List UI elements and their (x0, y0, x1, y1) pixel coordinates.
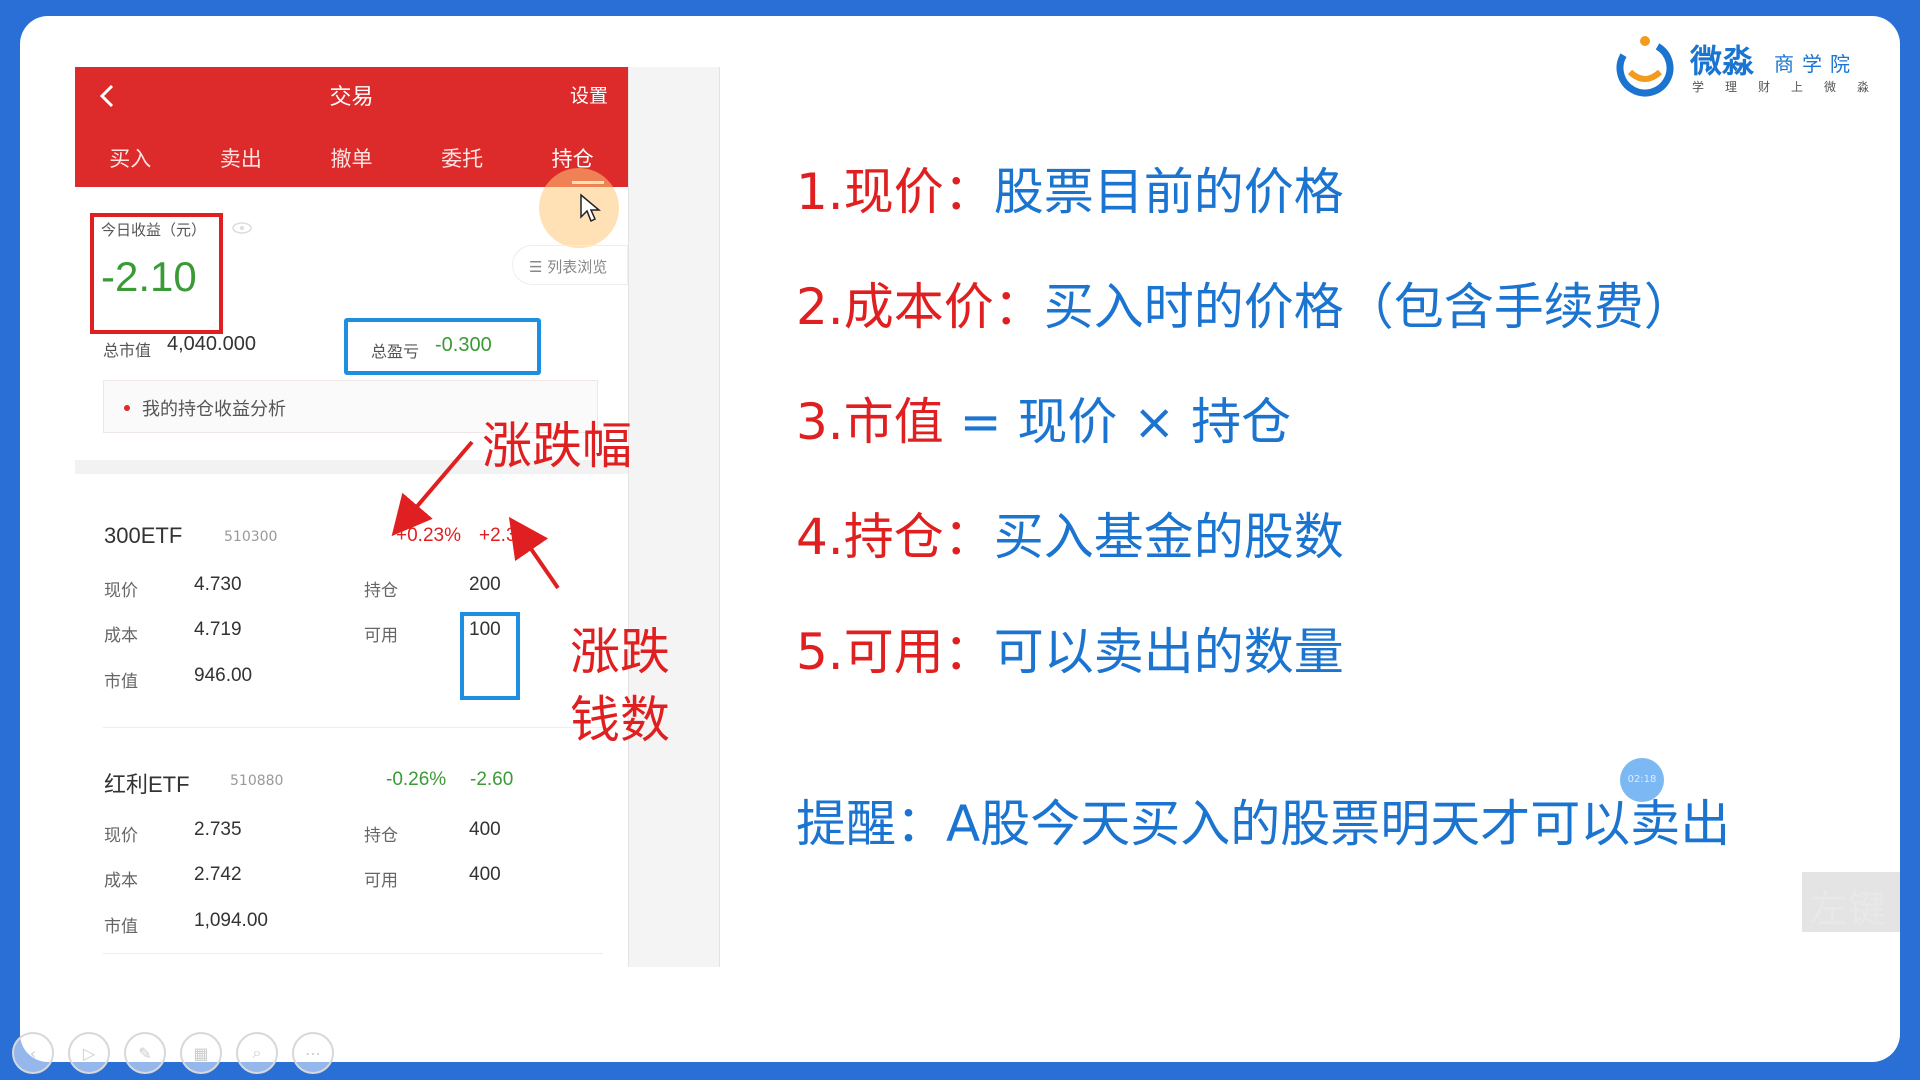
position-analysis-label: 我的持仓收益分析 (142, 399, 286, 420)
timer-bubble: 02:18 (1620, 758, 1664, 802)
price-value: 2.735 (194, 819, 242, 840)
page-title: 交易 (329, 85, 374, 110)
more-icon[interactable]: ⋯ (292, 1032, 334, 1074)
watermark: 左键 (1802, 872, 1900, 932)
market-value: 1,094.00 (194, 910, 268, 931)
presentation-toolbar: ‹ ▷ ✎ ▦ ⌕ ⋯ (12, 1032, 334, 1076)
trading-app-screen: 交易 设置 买入 卖出 撤单 委托 持仓 今日收益（元） -2.10 ☰ 列表浏… (75, 67, 628, 967)
app-header: 交易 设置 买入 卖出 撤单 委托 持仓 (75, 67, 628, 187)
tab-cancel[interactable]: 撤单 (296, 139, 407, 187)
reminder-text: 提醒：A股今天买入的股票明天才可以卖出 (796, 795, 1731, 853)
annotation-change-percent: 涨跌幅 (482, 417, 632, 475)
total-market-value: 4,040.000 (167, 333, 256, 355)
market-value: 946.00 (194, 665, 253, 686)
total-market-value-label: 总市值 (103, 341, 152, 360)
stock-code: 510880 (230, 773, 284, 789)
today-profit-value: -2.10 (101, 253, 197, 300)
brand-subtitle: 商学院 (1774, 52, 1858, 76)
mouse-cursor-icon (580, 193, 601, 223)
today-profit-label: 今日收益（元） (101, 221, 207, 239)
change-amount: +2.30 (479, 525, 528, 546)
change-percent: -0.26% (386, 769, 447, 790)
cost-value: 4.719 (194, 619, 242, 640)
eye-icon[interactable] (231, 221, 253, 235)
point-2: 2.成本价：买入时的价格（包含手续费） (796, 278, 1694, 336)
cost-label: 成本 (104, 626, 138, 646)
holding-label: 持仓 (364, 581, 398, 601)
brand-logo-icon (1616, 36, 1674, 97)
cost-value: 2.742 (194, 864, 242, 885)
phone-side-panel (628, 67, 720, 967)
previous-icon[interactable]: ‹ (12, 1032, 54, 1074)
point-3: 3.市值 = 现价 × 持仓 (796, 393, 1292, 451)
point-1: 1.现价：股票目前的价格 (796, 163, 1344, 221)
stock-code: 510300 (224, 529, 278, 545)
slide: 交易 设置 买入 卖出 撤单 委托 持仓 今日收益（元） -2.10 ☰ 列表浏… (20, 16, 1900, 1062)
market-value-label: 市值 (104, 917, 138, 937)
available-label: 可用 (364, 626, 398, 646)
holding-value: 200 (469, 574, 501, 595)
change-percent: +0.23% (396, 525, 461, 546)
row-divider (103, 953, 603, 954)
change-amount: -2.60 (470, 769, 514, 790)
price-label: 现价 (104, 581, 138, 601)
zoom-icon[interactable]: ⌕ (236, 1032, 278, 1074)
annotation-change-amount-line2: 钱数 (570, 691, 670, 749)
total-pl-value: -0.300 (435, 334, 492, 356)
holding-label: 持仓 (364, 826, 398, 846)
point-5: 5.可用：可以卖出的数量 (796, 623, 1344, 681)
tab-buy[interactable]: 买入 (75, 139, 186, 187)
tab-bar: 买入 卖出 撤单 委托 持仓 (75, 139, 628, 187)
bullet-dot-icon (124, 405, 130, 411)
tab-sell[interactable]: 卖出 (186, 139, 297, 187)
list-view-button[interactable]: ☰ 列表浏览 (512, 245, 628, 285)
play-icon[interactable]: ▷ (68, 1032, 110, 1074)
annotation-change-amount-line1: 涨跌 (570, 623, 670, 681)
tab-orders[interactable]: 委托 (407, 139, 518, 187)
stock-name: 300ETF (104, 523, 183, 548)
stock-name: 红利ETF (104, 772, 190, 797)
available-label: 可用 (364, 871, 398, 891)
highlight-box-holding (460, 612, 520, 700)
available-value: 400 (469, 864, 501, 885)
holding-value: 400 (469, 819, 501, 840)
market-value-label: 市值 (104, 672, 138, 692)
total-pl-label: 总盈亏 (371, 342, 420, 361)
point-4: 4.持仓：买入基金的股数 (796, 508, 1344, 566)
row-divider (103, 727, 603, 728)
brand-name: 微淼 (1690, 42, 1755, 80)
price-value: 4.730 (194, 574, 242, 595)
brand-slogan: 学理财上微淼 (1692, 80, 1891, 94)
settings-button[interactable]: 设置 (570, 81, 608, 108)
price-label: 现价 (104, 826, 138, 846)
pen-icon[interactable]: ✎ (124, 1032, 166, 1074)
cost-label: 成本 (104, 871, 138, 891)
slides-icon[interactable]: ▦ (180, 1032, 222, 1074)
